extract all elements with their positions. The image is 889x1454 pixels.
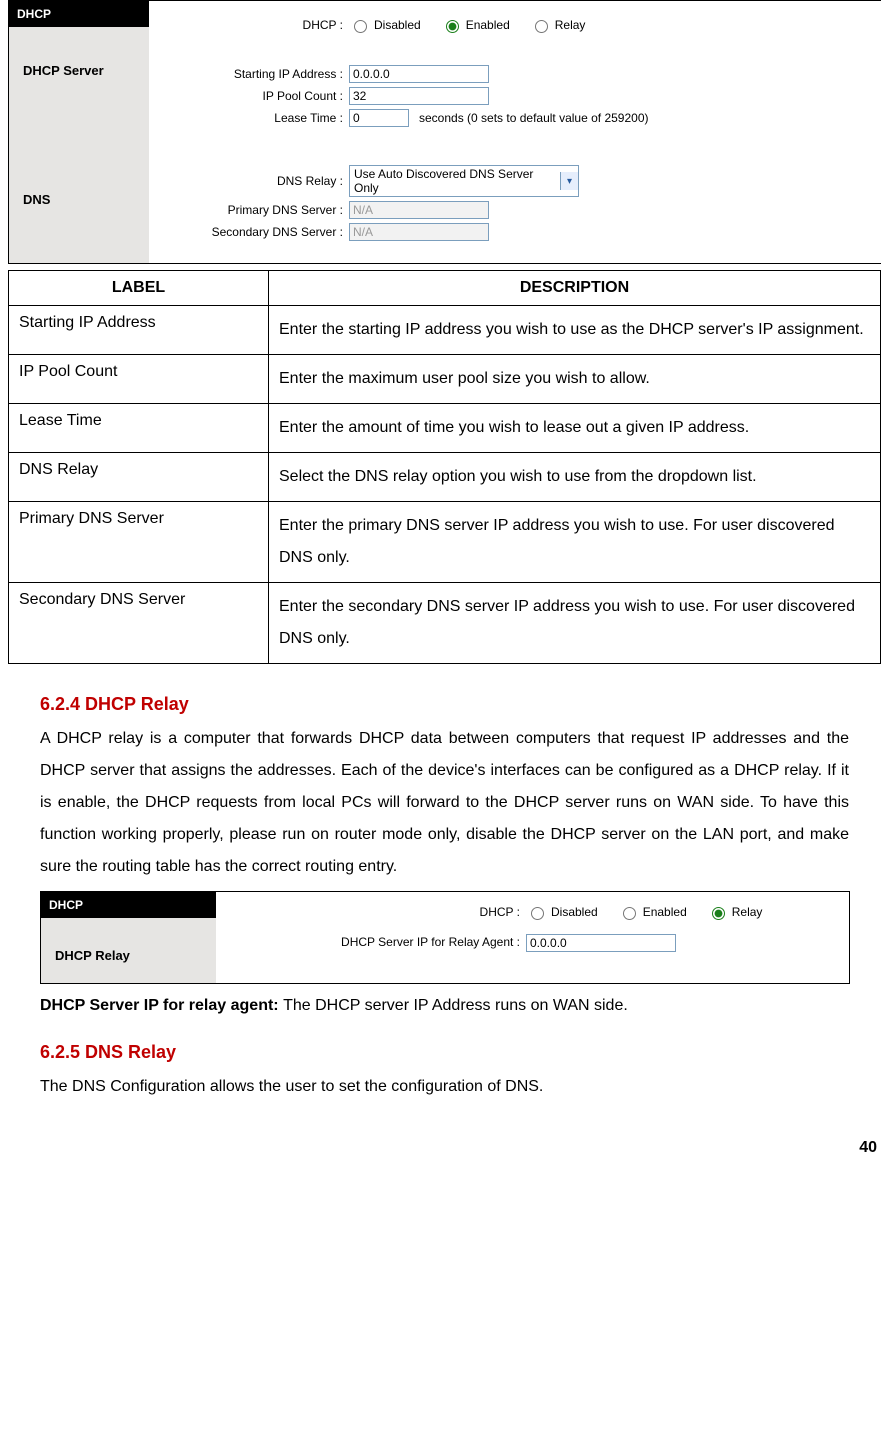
para-625: The DNS Configuration allows the user to… bbox=[40, 1071, 849, 1103]
dns-relay-selected: Use Auto Discovered DNS Server Only bbox=[350, 166, 560, 196]
row-label: DNS Relay bbox=[9, 453, 269, 502]
tab-dhcp[interactable]: DHCP bbox=[41, 892, 216, 918]
dhcp-label: DHCP : bbox=[149, 18, 349, 32]
col-description: DESCRIPTION bbox=[269, 271, 881, 306]
radio-relay[interactable]: Relay bbox=[707, 904, 763, 920]
relay-ip-label: DHCP Server IP for Relay Agent : bbox=[216, 935, 526, 951]
heading-625: 6.2.5 DNS Relay bbox=[40, 1042, 849, 1063]
row-desc: Enter the secondary DNS server IP addres… bbox=[269, 583, 881, 664]
primary-dns-input bbox=[349, 201, 489, 219]
relay-ip-input[interactable] bbox=[526, 934, 676, 952]
sidebar: DHCP DHCP Server DNS bbox=[9, 1, 149, 263]
radio-relay[interactable]: Relay bbox=[530, 17, 586, 33]
heading-624: 6.2.4 DHCP Relay bbox=[40, 694, 849, 715]
table-row: Lease Time Enter the amount of time you … bbox=[9, 404, 881, 453]
relay-ip-caption-bold: DHCP Server IP for relay agent: bbox=[40, 997, 283, 1014]
primary-dns-row: Primary DNS Server : bbox=[149, 201, 881, 219]
radio-relay-label: Relay bbox=[555, 18, 586, 32]
table-row: Starting IP Address Enter the starting I… bbox=[9, 306, 881, 355]
radio-enabled-input[interactable] bbox=[623, 907, 636, 920]
ip-pool-input[interactable] bbox=[349, 87, 489, 105]
relay-ip-caption-rest: The DHCP server IP Address runs on WAN s… bbox=[283, 997, 628, 1014]
radio-enabled-label: Enabled bbox=[643, 905, 687, 919]
dhcp-relay-screenshot: DHCP DHCP Relay DHCP : Disabled Enabled bbox=[40, 891, 850, 984]
section-625: 6.2.5 DNS Relay The DNS Configuration al… bbox=[8, 1042, 881, 1103]
lease-input[interactable] bbox=[349, 109, 409, 127]
ip-pool-row: IP Pool Count : bbox=[149, 87, 881, 105]
radio-disabled[interactable]: Disabled bbox=[349, 17, 421, 33]
lease-label: Lease Time : bbox=[149, 111, 349, 125]
starting-ip-label: Starting IP Address : bbox=[149, 67, 349, 81]
table-row: IP Pool Count Enter the maximum user poo… bbox=[9, 355, 881, 404]
table-row: Primary DNS Server Enter the primary DNS… bbox=[9, 502, 881, 583]
section-heading-dns: DNS bbox=[9, 84, 149, 213]
row-desc: Enter the starting IP address you wish t… bbox=[269, 306, 881, 355]
dhcp-mode-row: DHCP : Disabled Enabled Relay bbox=[216, 904, 849, 920]
description-table: LABEL DESCRIPTION Starting IP Address En… bbox=[8, 270, 881, 664]
secondary-dns-row: Secondary DNS Server : bbox=[149, 223, 881, 241]
radio-disabled-label: Disabled bbox=[551, 905, 598, 919]
starting-ip-input[interactable] bbox=[349, 65, 489, 83]
section-heading-dhcp-relay: DHCP Relay bbox=[41, 918, 216, 983]
page-number: 40 bbox=[859, 1139, 877, 1157]
row-label: Primary DNS Server bbox=[9, 502, 269, 583]
row-label: Secondary DNS Server bbox=[9, 583, 269, 664]
row-desc: Enter the maximum user pool size you wis… bbox=[269, 355, 881, 404]
dhcp-label: DHCP : bbox=[216, 905, 526, 919]
form-area: DHCP : Disabled Enabled Relay bbox=[216, 892, 849, 983]
lease-suffix: seconds (0 sets to default value of 2592… bbox=[419, 111, 648, 125]
relay-ip-row: DHCP Server IP for Relay Agent : bbox=[216, 934, 849, 952]
dns-relay-label: DNS Relay : bbox=[149, 174, 349, 188]
starting-ip-row: Starting IP Address : bbox=[149, 65, 881, 83]
chevron-down-icon: ▾ bbox=[560, 172, 578, 190]
radio-enabled[interactable]: Enabled bbox=[618, 904, 687, 920]
row-desc: Enter the amount of time you wish to lea… bbox=[269, 404, 881, 453]
dhcp-mode-row: DHCP : Disabled Enabled Relay bbox=[149, 17, 881, 33]
radio-disabled-input[interactable] bbox=[531, 907, 544, 920]
primary-dns-label: Primary DNS Server : bbox=[149, 203, 349, 217]
row-desc: Select the DNS relay option you wish to … bbox=[269, 453, 881, 502]
row-label: Lease Time bbox=[9, 404, 269, 453]
section-624: 6.2.4 DHCP Relay A DHCP relay is a compu… bbox=[8, 694, 881, 1022]
dns-relay-row: DNS Relay : Use Auto Discovered DNS Serv… bbox=[149, 165, 881, 197]
radio-enabled-label: Enabled bbox=[466, 18, 510, 32]
relay-ip-caption: DHCP Server IP for relay agent: The DHCP… bbox=[40, 990, 849, 1022]
row-desc: Enter the primary DNS server IP address … bbox=[269, 502, 881, 583]
radio-disabled-input[interactable] bbox=[354, 20, 367, 33]
tab-dhcp[interactable]: DHCP bbox=[9, 1, 149, 27]
ip-pool-label: IP Pool Count : bbox=[149, 89, 349, 103]
radio-relay-label: Relay bbox=[732, 905, 763, 919]
radio-relay-input[interactable] bbox=[535, 20, 548, 33]
radio-enabled-input[interactable] bbox=[446, 20, 459, 33]
section-heading-dhcp-server: DHCP Server bbox=[9, 27, 149, 84]
secondary-dns-label: Secondary DNS Server : bbox=[149, 225, 349, 239]
sidebar: DHCP DHCP Relay bbox=[41, 892, 216, 983]
dhcp-server-screenshot: DHCP DHCP Server DNS DHCP : Disabled Ena… bbox=[8, 0, 881, 264]
col-label: LABEL bbox=[9, 271, 269, 306]
form-area: DHCP : Disabled Enabled Relay bbox=[149, 1, 881, 263]
para-624: A DHCP relay is a computer that forwards… bbox=[40, 723, 849, 883]
radio-relay-input[interactable] bbox=[712, 907, 725, 920]
radio-disabled[interactable]: Disabled bbox=[526, 904, 598, 920]
radio-disabled-label: Disabled bbox=[374, 18, 421, 32]
table-row: Secondary DNS Server Enter the secondary… bbox=[9, 583, 881, 664]
row-label: IP Pool Count bbox=[9, 355, 269, 404]
dns-relay-select[interactable]: Use Auto Discovered DNS Server Only ▾ bbox=[349, 165, 579, 197]
secondary-dns-input bbox=[349, 223, 489, 241]
row-label: Starting IP Address bbox=[9, 306, 269, 355]
radio-enabled[interactable]: Enabled bbox=[441, 17, 510, 33]
lease-row: Lease Time : seconds (0 sets to default … bbox=[149, 109, 881, 127]
table-header-row: LABEL DESCRIPTION bbox=[9, 271, 881, 306]
table-row: DNS Relay Select the DNS relay option yo… bbox=[9, 453, 881, 502]
